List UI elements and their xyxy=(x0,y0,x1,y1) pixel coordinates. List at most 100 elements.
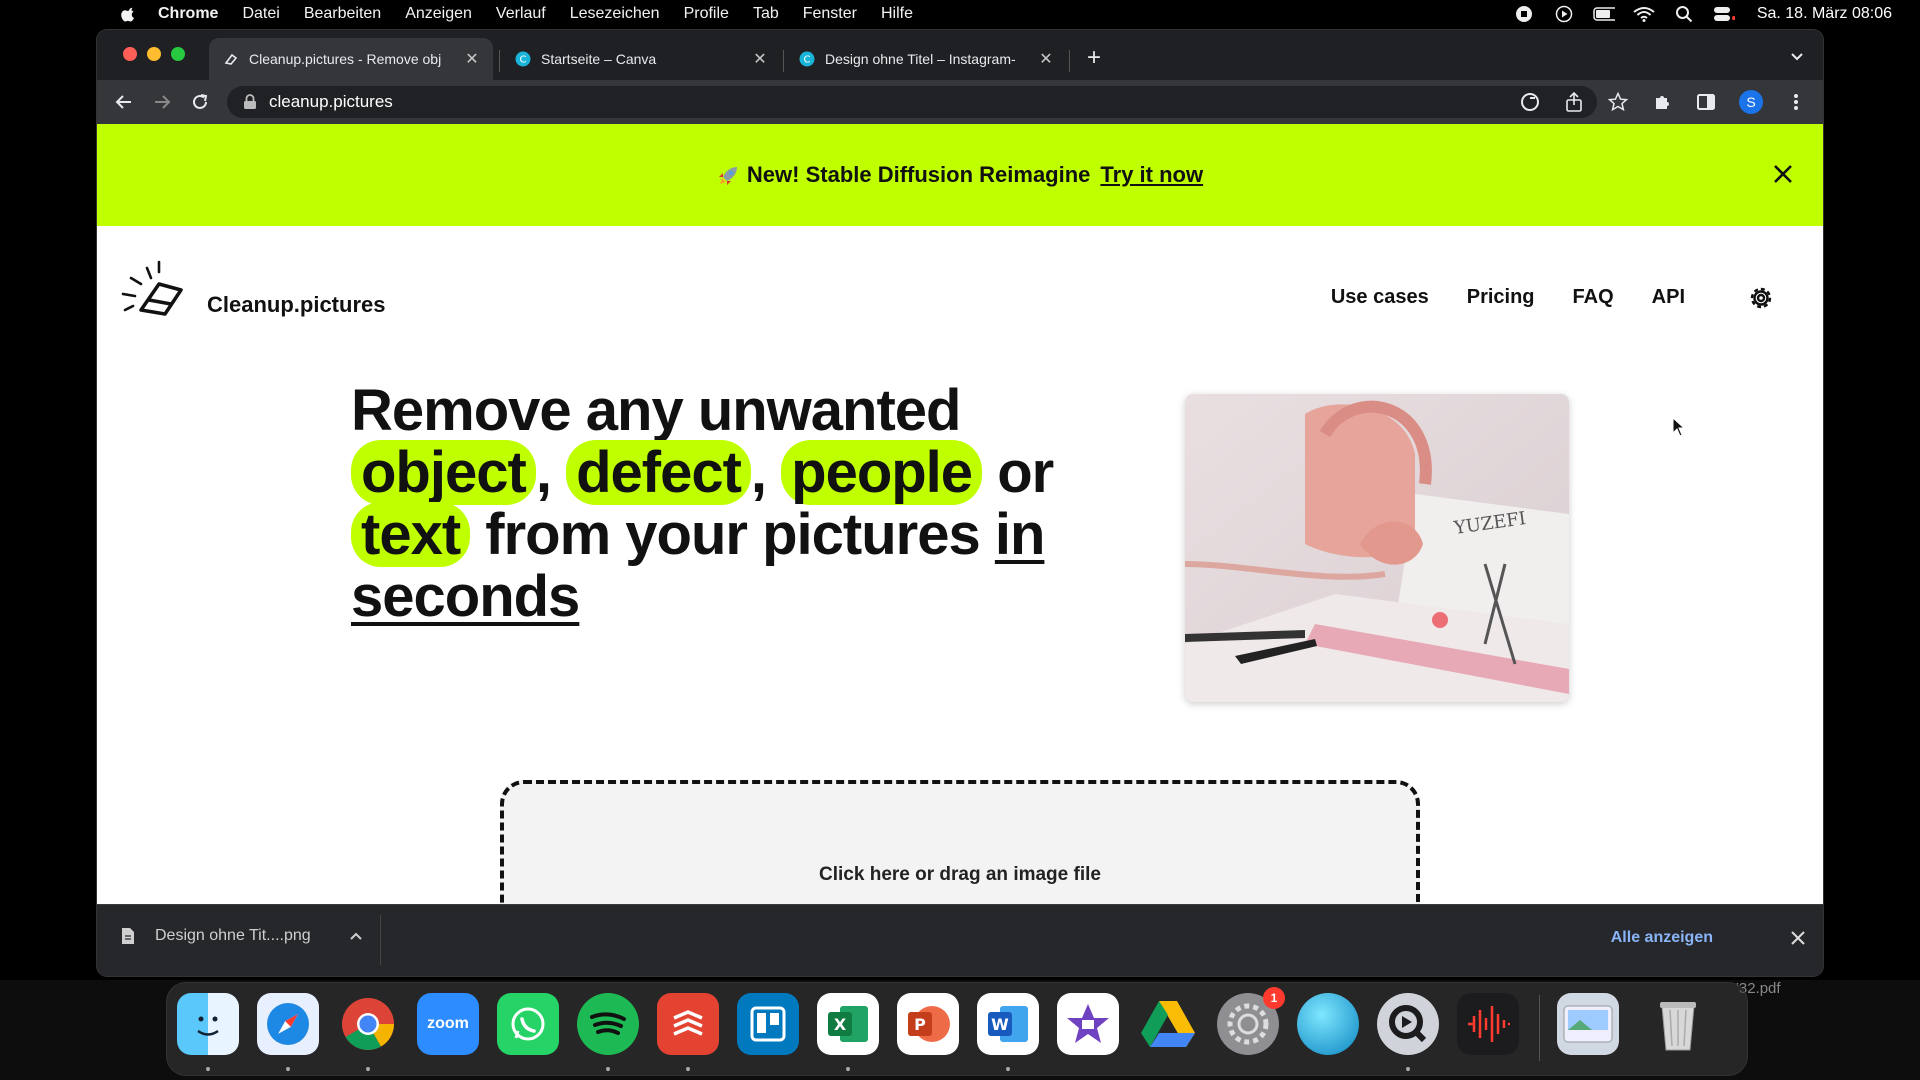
macos-menu-bar: Chrome Datei Bearbeiten Anzeigen Verlauf… xyxy=(0,0,1920,28)
tab-close-icon[interactable]: ✕ xyxy=(1039,49,1053,69)
mouse-pointer-icon xyxy=(1672,417,1686,437)
nav-use-cases[interactable]: Use cases xyxy=(1331,286,1429,309)
comma: , xyxy=(750,440,767,505)
spotify-icon[interactable] xyxy=(577,993,639,1055)
safari-icon[interactable] xyxy=(257,993,319,1055)
gear-icon[interactable] xyxy=(1747,284,1775,312)
tab-separator xyxy=(783,50,784,72)
wifi-icon[interactable] xyxy=(1633,6,1655,22)
notification-badge: 1 xyxy=(1263,987,1285,1009)
nav-api[interactable]: API xyxy=(1652,286,1685,309)
running-indicator xyxy=(1006,1067,1010,1071)
menu-verlauf[interactable]: Verlauf xyxy=(496,5,546,23)
highlight-defect: defect xyxy=(566,440,751,505)
menubar-clock[interactable]: Sa. 18. März 08:06 xyxy=(1757,5,1892,23)
tab-cleanup-pictures[interactable]: Cleanup.pictures - Remove obj ✕ xyxy=(209,38,493,80)
menu-fenster[interactable]: Fenster xyxy=(803,5,857,23)
svg-text:P: P xyxy=(914,1015,926,1034)
trello-icon[interactable] xyxy=(737,993,799,1055)
address-bar[interactable]: cleanup.pictures xyxy=(227,86,1597,118)
headline-line3: from your pictures xyxy=(485,502,980,567)
google-drive-icon[interactable] xyxy=(1137,993,1199,1055)
close-icon[interactable] xyxy=(1771,162,1795,186)
menu-anzeigen[interactable]: Anzeigen xyxy=(405,5,472,23)
nav-faq[interactable]: FAQ xyxy=(1573,286,1614,309)
record-icon[interactable] xyxy=(1513,6,1535,22)
downloads-stack-icon[interactable] xyxy=(1557,993,1619,1055)
tab-close-icon[interactable]: ✕ xyxy=(465,49,479,69)
bookmark-star-icon[interactable] xyxy=(1607,91,1629,113)
dock-separator xyxy=(1539,995,1540,1061)
system-settings-icon[interactable]: 1 xyxy=(1217,987,1285,1055)
show-all-downloads-button[interactable]: Alle anzeigen xyxy=(1611,929,1713,947)
hero-example-image: YUZEFI xyxy=(1185,394,1569,702)
whatsapp-icon[interactable] xyxy=(497,993,559,1055)
tab-search-chevron-icon[interactable] xyxy=(1789,48,1805,64)
eraser-logo-icon[interactable] xyxy=(119,260,185,316)
menu-bearbeiten[interactable]: Bearbeiten xyxy=(304,5,381,23)
highlight-text: text xyxy=(351,502,471,567)
blue-app-icon[interactable] xyxy=(1297,993,1359,1055)
menu-hilfe[interactable]: Hilfe xyxy=(881,5,913,23)
lock-icon[interactable] xyxy=(243,94,257,110)
download-shelf: Design ohne Tit....png Alle anzeigen xyxy=(97,904,1823,976)
todoist-icon[interactable] xyxy=(657,993,719,1055)
minimize-window-button[interactable] xyxy=(147,47,161,61)
apple-icon[interactable] xyxy=(120,5,138,23)
chevron-up-icon[interactable] xyxy=(349,929,363,943)
menu-datei[interactable]: Datei xyxy=(242,5,279,23)
share-icon[interactable] xyxy=(1563,91,1585,113)
play-icon[interactable] xyxy=(1553,5,1575,23)
eraser-favicon-icon xyxy=(224,53,238,65)
forward-button[interactable] xyxy=(151,91,173,113)
google-lens-icon[interactable] xyxy=(1519,91,1541,113)
brand-name[interactable]: Cleanup.pictures xyxy=(207,292,385,318)
tab-title: Cleanup.pictures - Remove obj xyxy=(249,51,442,67)
close-icon[interactable] xyxy=(1789,929,1807,947)
side-panel-icon[interactable] xyxy=(1695,91,1717,113)
extensions-puzzle-icon[interactable] xyxy=(1651,91,1673,113)
try-it-now-link[interactable]: Try it now xyxy=(1100,162,1203,188)
close-window-button[interactable] xyxy=(123,47,137,61)
running-indicator xyxy=(846,1067,850,1071)
battery-icon[interactable] xyxy=(1593,6,1615,22)
word-icon[interactable]: W xyxy=(977,993,1039,1055)
url-text: cleanup.pictures xyxy=(269,92,393,111)
file-icon xyxy=(122,928,134,944)
profile-avatar[interactable]: S xyxy=(1739,90,1763,114)
tab-close-icon[interactable]: ✕ xyxy=(753,49,767,69)
powerpoint-icon[interactable]: P xyxy=(897,993,959,1055)
chrome-icon[interactable] xyxy=(337,993,399,1055)
trash-icon[interactable] xyxy=(1647,993,1709,1055)
canva-favicon-icon: C xyxy=(799,51,815,67)
imovie-icon[interactable] xyxy=(1057,993,1119,1055)
download-item[interactable]: Design ohne Tit....png xyxy=(121,927,363,945)
menu-profile[interactable]: Profile xyxy=(684,5,729,23)
new-tab-button[interactable]: + xyxy=(1087,44,1101,72)
menu-lesezeichen[interactable]: Lesezeichen xyxy=(570,5,660,23)
voice-memos-icon[interactable] xyxy=(1457,993,1519,1055)
menu-app-name[interactable]: Chrome xyxy=(158,5,218,23)
running-indicator xyxy=(286,1067,290,1071)
zoom-app-icon[interactable]: zoom xyxy=(417,993,479,1055)
pink-bag-photo: YUZEFI xyxy=(1185,394,1569,702)
tab-canva-design[interactable]: C Design ohne Titel – Instagram- ✕ xyxy=(785,38,1067,80)
back-button[interactable] xyxy=(113,91,135,113)
menu-tab[interactable]: Tab xyxy=(753,5,779,23)
toolbar-actions: S xyxy=(1519,80,1807,124)
tab-canva-startseite[interactable]: C Startseite – Canva ✕ xyxy=(501,38,781,80)
word-or: or xyxy=(997,440,1054,505)
control-center-icon[interactable] xyxy=(1713,6,1735,22)
excel-icon[interactable]: X xyxy=(817,993,879,1055)
finder-icon[interactable] xyxy=(177,993,239,1055)
spotlight-search-icon[interactable] xyxy=(1673,6,1695,23)
chrome-menu-icon[interactable] xyxy=(1785,91,1807,113)
running-indicator xyxy=(606,1067,610,1071)
hero-headline: Remove any unwanted object, defect, peop… xyxy=(351,380,1151,628)
zoom-window-button[interactable] xyxy=(171,47,185,61)
web-page: New! Stable Diffusion Reimagine Try it n… xyxy=(97,124,1823,934)
svg-text:C: C xyxy=(804,55,811,66)
nav-pricing[interactable]: Pricing xyxy=(1467,286,1535,309)
quicktime-icon[interactable] xyxy=(1377,993,1439,1055)
reload-button[interactable] xyxy=(189,91,211,113)
